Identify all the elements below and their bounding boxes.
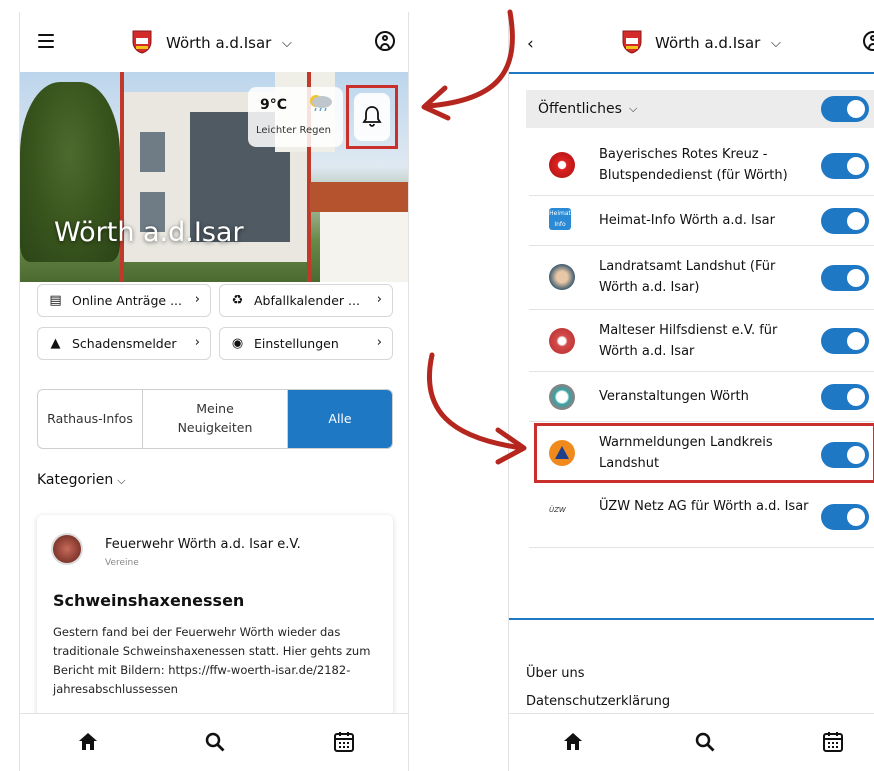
- calendar-logo-icon: [549, 384, 575, 410]
- town-selector-label[interactable]: Wörth a.d.Isar: [166, 34, 271, 52]
- source-name: Landratsamt Landshut (Für Wörth a.d. Isa…: [599, 259, 776, 295]
- church-graphic: [320, 212, 408, 282]
- heimat-info-logo-icon: Heimat Info: [549, 208, 571, 230]
- about-link[interactable]: Über uns: [526, 666, 585, 681]
- tab-rathaus-infos[interactable]: Rathaus-Infos: [38, 390, 143, 448]
- search-icon[interactable]: [203, 730, 227, 754]
- top-bar: Wörth a.d.Isar ⌵: [20, 12, 408, 72]
- left-phone-screen: Wörth a.d.Isar ⌵ Wörth a.d.Isar 9°C Leic…: [19, 12, 409, 771]
- top-bar: ‹ Wörth a.d.Isar ⌵: [509, 12, 874, 72]
- warning-row-highlight-box: [534, 423, 874, 483]
- source-name: Malteser Hilfsdienst e.V. für Wörth a.d.…: [599, 323, 778, 359]
- source-toggle[interactable]: [821, 265, 869, 291]
- profile-icon[interactable]: [863, 31, 874, 51]
- quick-button-label: Schadensmelder: [72, 336, 177, 351]
- document-icon: ▤: [49, 293, 62, 308]
- tab-alle[interactable]: Alle: [288, 390, 392, 448]
- right-phone-screen: ‹ Wörth a.d.Isar ⌵ Öffentliches ⌵ Bayeri…: [508, 12, 874, 771]
- source-toggle[interactable]: [821, 208, 869, 234]
- back-arrow-icon[interactable]: ‹: [527, 34, 534, 54]
- source-toggle[interactable]: [821, 504, 869, 530]
- quick-button-label: Abfallkalender ...: [254, 293, 360, 308]
- categories-label: Kategorien: [37, 472, 114, 488]
- temperature: 9°C: [260, 97, 288, 113]
- home-icon[interactable]: [561, 730, 585, 754]
- source-row: Landratsamt Landshut (Für Wörth a.d. Isa…: [529, 246, 874, 310]
- calendar-icon[interactable]: [332, 730, 356, 754]
- chevron-right-icon: ›: [376, 292, 382, 307]
- town-crest-icon: [132, 30, 152, 54]
- categories-dropdown[interactable]: Kategorien ⌵: [37, 472, 126, 488]
- home-icon[interactable]: [76, 730, 100, 754]
- tab-meine-neuigkeiten[interactable]: Meine Neuigkeiten: [143, 390, 288, 448]
- chevron-down-icon: ⌵: [629, 102, 638, 115]
- quick-button-schadensmelder[interactable]: ▲ Schadensmelder ›: [37, 327, 211, 360]
- town-selector-label[interactable]: Wörth a.d.Isar: [655, 34, 760, 52]
- chevron-right-icon: ›: [194, 335, 200, 350]
- quick-button-online-antraege[interactable]: ▤ Online Anträge ... ›: [37, 284, 211, 317]
- source-name: Bayerisches Rotes Kreuz - Blutspendedien…: [599, 147, 788, 183]
- calendar-icon[interactable]: [821, 730, 845, 754]
- bell-icon: [362, 106, 382, 127]
- menu-icon[interactable]: [38, 34, 54, 48]
- chevron-down-icon[interactable]: ⌵: [771, 36, 781, 51]
- town-hero-image: Wörth a.d.Isar 9°C Leichter Regen: [20, 72, 408, 282]
- avatar: [51, 533, 83, 565]
- section-header-oeffentliches[interactable]: Öffentliches ⌵: [526, 90, 874, 128]
- warning-icon: ▲: [50, 336, 61, 351]
- bottom-navigation: [20, 713, 408, 771]
- source-row: Veranstaltungen Wörth: [529, 372, 874, 422]
- section-label: Öffentliches: [538, 101, 622, 117]
- quick-button-einstellungen[interactable]: ◉ Einstellungen ›: [219, 327, 393, 360]
- quick-button-label: Einstellungen: [254, 336, 339, 351]
- roof-graphic: [310, 182, 408, 212]
- post-category: Vereine: [105, 558, 139, 568]
- chevron-down-icon[interactable]: ⌵: [282, 36, 292, 51]
- source-name: Veranstaltungen Wörth: [599, 389, 749, 404]
- chevron-right-icon: ›: [376, 335, 382, 350]
- post-title: Schweinshaxenessen: [53, 591, 245, 610]
- section-toggle[interactable]: [821, 96, 869, 122]
- arrow-to-bell: [425, 9, 515, 109]
- notification-highlight-box: [346, 85, 398, 149]
- footer-divider: [509, 618, 874, 620]
- source-toggle[interactable]: [821, 384, 869, 410]
- privacy-link[interactable]: Datenschutzerklärung: [526, 694, 670, 709]
- chevron-down-icon: ⌵: [117, 474, 126, 487]
- notification-button[interactable]: [354, 93, 390, 141]
- header-divider: [509, 72, 874, 74]
- news-filter-tabs: Rathaus-Infos Meine Neuigkeiten Alle: [37, 389, 393, 449]
- source-row: ÜZW ÜZW Netz AG für Wörth a.d. Isar: [529, 486, 874, 548]
- landratsamt-logo-icon: [549, 264, 575, 290]
- source-name: ÜZW Netz AG für Wörth a.d. Isar: [599, 499, 809, 514]
- settings-icon: ◉: [231, 336, 244, 351]
- chevron-right-icon: ›: [194, 292, 200, 307]
- red-cross-logo-icon: [549, 152, 575, 178]
- post-organization: Feuerwehr Wörth a.d. Isar e.V.: [105, 537, 301, 552]
- recycle-icon: ♻: [231, 293, 244, 308]
- uezw-logo-text: ÜZW: [549, 506, 566, 514]
- rain-cloud-icon: [310, 95, 332, 111]
- post-body: Gestern fand bei der Feuerwehr Wörth wie…: [53, 625, 371, 696]
- malteser-logo-icon: [549, 328, 575, 354]
- bottom-navigation: [509, 713, 874, 771]
- heimat-info-logo-text: Heimat Info: [549, 210, 571, 228]
- source-name: Heimat-Info Wörth a.d. Isar: [599, 213, 775, 228]
- quick-button-abfallkalender[interactable]: ♻ Abfallkalender ... ›: [219, 284, 393, 317]
- weather-description: Leichter Regen: [256, 125, 332, 136]
- uezw-logo-icon: ÜZW: [549, 506, 579, 520]
- search-icon[interactable]: [693, 730, 717, 754]
- quick-button-label: Online Anträge ...: [72, 293, 182, 308]
- red-border-line: [120, 72, 124, 282]
- source-toggle[interactable]: [821, 328, 869, 354]
- source-toggle[interactable]: [821, 153, 869, 179]
- source-row: Malteser Hilfsdienst e.V. für Wörth a.d.…: [529, 310, 874, 372]
- town-crest-icon: [622, 30, 642, 54]
- profile-icon[interactable]: [375, 31, 395, 51]
- arrowhead-icon: [421, 85, 451, 121]
- hero-town-title: Wörth a.d.Isar: [54, 217, 244, 248]
- source-row: Heimat Info Heimat-Info Wörth a.d. Isar: [529, 196, 874, 246]
- source-row: Bayerisches Rotes Kreuz - Blutspendedien…: [529, 136, 874, 196]
- weather-widget[interactable]: 9°C Leichter Regen: [248, 87, 343, 147]
